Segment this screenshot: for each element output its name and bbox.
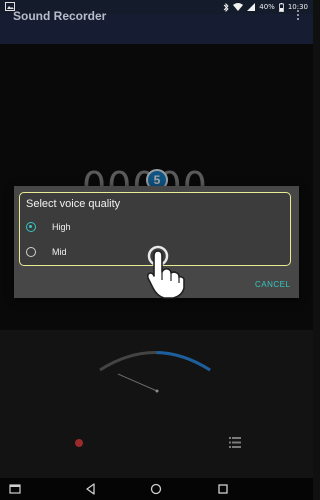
- app-title: Sound Recorder: [13, 9, 107, 23]
- radio-high[interactable]: [26, 222, 36, 232]
- hand-pointer-icon: [146, 245, 185, 299]
- record-icon[interactable]: [75, 439, 83, 447]
- battery-icon: [278, 2, 284, 12]
- overflow-menu-icon[interactable]: [295, 9, 301, 21]
- option-high[interactable]: High: [26, 215, 286, 239]
- wifi-icon: [233, 3, 244, 11]
- cancel-button[interactable]: CANCEL: [255, 280, 290, 289]
- option-mid-label: Mid: [52, 247, 67, 257]
- home-icon[interactable]: [149, 482, 163, 496]
- radio-mid[interactable]: [26, 247, 36, 257]
- list-icon[interactable]: [229, 437, 241, 448]
- back-icon[interactable]: [84, 482, 98, 496]
- dialog-title: Select voice quality: [26, 198, 121, 210]
- level-meter: [99, 351, 211, 393]
- bluetooth-icon: [223, 2, 229, 12]
- option-high-label: High: [52, 222, 71, 232]
- recents-icon[interactable]: [216, 482, 230, 496]
- gallery-nav-icon[interactable]: [8, 482, 22, 496]
- battery-percent: 40%: [259, 3, 275, 11]
- signal-icon: [247, 3, 256, 11]
